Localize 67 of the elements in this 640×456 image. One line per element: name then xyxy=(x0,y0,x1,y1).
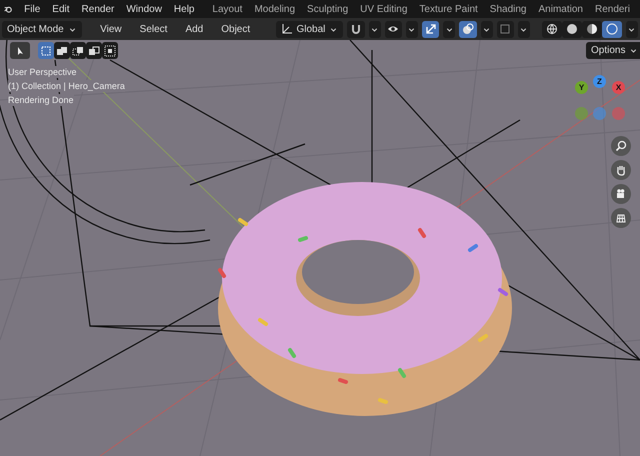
navigation-button[interactable] xyxy=(611,184,631,204)
selection-mode-button[interactable] xyxy=(54,42,70,59)
dropdown-button[interactable] xyxy=(406,20,418,38)
shading-button[interactable] xyxy=(582,20,602,38)
dropdown-button[interactable] xyxy=(368,20,381,38)
navigation-button[interactable] xyxy=(611,136,631,156)
workspace-tab[interactable]: Renderi xyxy=(588,2,636,16)
subtract-squares-icon xyxy=(72,44,84,56)
axis-gizmo-ball[interactable]: Z xyxy=(593,75,606,88)
dropdown-button[interactable] xyxy=(443,20,456,38)
invert-squares-icon xyxy=(88,44,100,56)
menu-item[interactable]: Window xyxy=(120,2,168,16)
dropdown-button[interactable] xyxy=(480,20,493,38)
magnifier-icon xyxy=(615,140,627,152)
menu-item[interactable]: Edit xyxy=(46,2,76,16)
navigation-button[interactable] xyxy=(611,160,631,180)
menu-item[interactable]: Help xyxy=(168,2,200,16)
toggle-button[interactable] xyxy=(459,20,477,38)
workspace-tab[interactable]: Layout xyxy=(206,2,248,16)
shading-button[interactable] xyxy=(542,20,562,38)
globe-icon xyxy=(546,23,558,35)
workspace-tab[interactable]: Sculpting xyxy=(301,2,354,16)
toggle-button[interactable] xyxy=(422,20,440,38)
solid-sphere-icon xyxy=(566,23,578,35)
camera-icon xyxy=(615,188,627,200)
dashed-square-icon xyxy=(40,44,52,56)
overlay-circles-icon xyxy=(462,23,474,35)
xray-square-icon xyxy=(499,23,512,35)
workspace-tab[interactable]: Texture Paint xyxy=(413,2,484,16)
overlapping-squares-icon xyxy=(56,44,68,56)
menu-item[interactable]: View xyxy=(93,22,129,36)
workspace-tab[interactable]: Shading xyxy=(484,2,532,16)
intersect-squares-icon xyxy=(104,44,116,56)
arrows-icon xyxy=(424,23,437,35)
axis-gizmo-ball[interactable]: Y xyxy=(575,81,588,94)
axis-gizmo-ball[interactable]: X xyxy=(612,81,625,94)
options-dropdown[interactable]: Options xyxy=(586,42,640,59)
viewport-info-text: (1) Collection | Hero_Camera xyxy=(8,80,125,92)
material-sphere-icon xyxy=(586,23,598,35)
selection-mode-button[interactable] xyxy=(102,42,118,59)
axes-icon xyxy=(280,23,292,35)
toggle-button[interactable] xyxy=(347,20,365,38)
menu-item[interactable]: Object xyxy=(214,22,258,36)
toggle-button[interactable] xyxy=(496,20,514,38)
selection-mode-button[interactable] xyxy=(70,42,86,59)
menu-item[interactable]: Add xyxy=(178,22,210,36)
select-tool-button[interactable] xyxy=(10,42,30,59)
orientation-dropdown[interactable]: Global xyxy=(276,20,344,38)
workspace-tab[interactable]: Animation xyxy=(532,2,589,16)
menu-item[interactable]: Render xyxy=(76,2,120,16)
workspace-tab[interactable]: UV Editing xyxy=(354,2,414,16)
grid-icon xyxy=(615,212,627,224)
selection-mode-button[interactable] xyxy=(86,42,102,59)
dropdown-button[interactable] xyxy=(518,20,530,38)
navigation-button[interactable] xyxy=(611,208,631,228)
menu-item[interactable]: Select xyxy=(132,22,174,36)
menu-item[interactable]: File xyxy=(18,2,46,16)
mode-dropdown[interactable]: Object Mode xyxy=(2,20,82,38)
toggle-button[interactable] xyxy=(384,20,402,38)
viewport-info-text: User Perspective xyxy=(8,66,77,78)
viewport-info-text: Rendering Done xyxy=(8,94,74,106)
rendered-sphere-icon xyxy=(606,23,618,35)
dropdown-button[interactable] xyxy=(626,20,638,38)
shading-button[interactable] xyxy=(602,20,622,38)
workspace-tab[interactable]: Modeling xyxy=(248,2,302,16)
magnet-icon xyxy=(350,23,362,35)
hand-icon xyxy=(615,164,627,176)
